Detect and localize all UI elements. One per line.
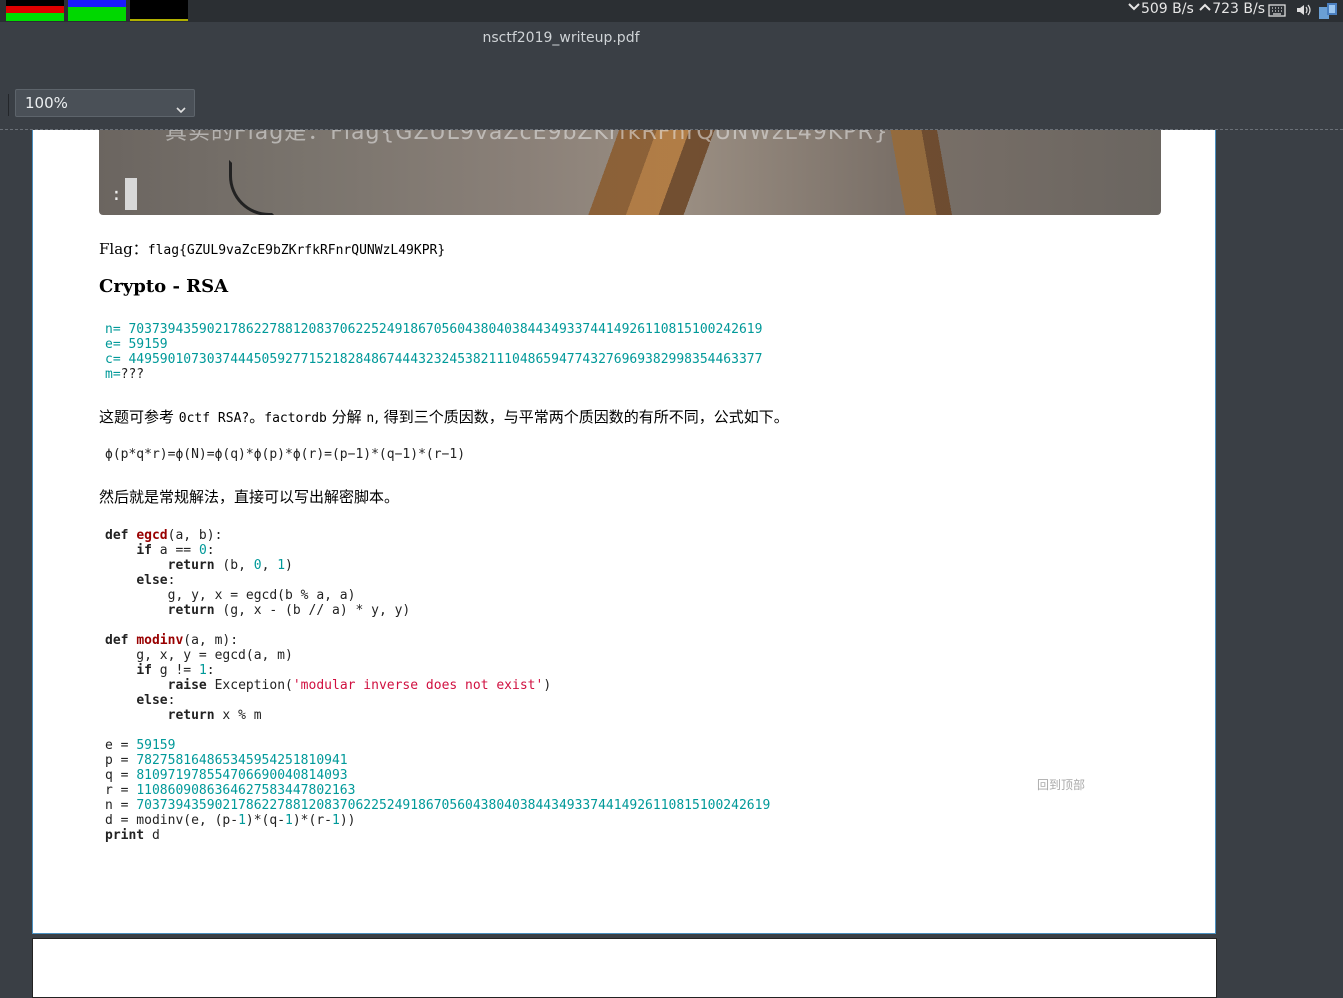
arrow-down-icon (1127, 1, 1141, 17)
flag-line: Flag：flag{GZUL9vaZcE9bZKrfkRFnrQUNWzL49K… (99, 238, 445, 259)
chevron-down-icon (176, 97, 186, 114)
screenshot-image: 真实的Flag是：Flag{GZUL9vaZcE9bZKrfkRFnrQUNWz… (99, 130, 1161, 215)
section-title: Crypto - RSA (99, 276, 229, 297)
python-code-block: def egcd(a, b): if a == 0: return (b, 0,… (105, 528, 771, 843)
cpu-monitor-graph[interactable] (6, 0, 64, 21)
phi-formula: ϕ(p*q*r)=ϕ(N)=ϕ(q)*ϕ(p)*ϕ(r)=(p−1)*(q−1)… (105, 447, 466, 462)
arrow-up-icon (1198, 1, 1212, 17)
image-caption: 真实的Flag是：Flag{GZUL9vaZcE9bZKrfkRFnrQUNWz… (165, 130, 889, 145)
zoom-select[interactable]: 100% (15, 89, 195, 117)
pdf-page-next[interactable] (32, 938, 1217, 998)
flag-value: flag{GZUL9vaZcE9bZKrfkRFnrQUNWzL49KPR} (147, 243, 446, 258)
system-top-bar: 509 B/s 723 B/s (0, 0, 1343, 22)
viewer-toolbar: nsctf2019_writeup.pdf 100% (0, 22, 1343, 130)
pdf-page[interactable]: 真实的Flag是：Flag{GZUL9vaZcE9bZKrfkRFnrQUNWz… (32, 130, 1216, 934)
explanation-paragraph: 这题可参考 0ctf RSA?。factordb 分解 n, 得到三个质因数，与… (99, 408, 789, 426)
keyboard-icon[interactable] (1268, 2, 1286, 18)
document-title: nsctf2019_writeup.pdf (482, 30, 640, 46)
zoom-value: 100% (25, 94, 68, 112)
back-to-top-link[interactable]: 回到顶部 (1037, 776, 1085, 793)
volume-icon[interactable] (1295, 2, 1313, 18)
flag-label: Flag： (99, 240, 148, 258)
network-monitor-graph[interactable] (130, 0, 188, 21)
toolbar-separator (8, 94, 9, 116)
rsa-params-block: n= 7037394359021786227881208370622524918… (105, 322, 763, 382)
explanation-paragraph-2: 然后就是常规解法，直接可以写出解密脚本。 (99, 488, 400, 506)
memory-monitor-graph[interactable] (68, 0, 126, 21)
upload-speed: 723 B/s (1212, 1, 1265, 17)
network-speed-indicator[interactable]: 509 B/s 723 B/s (1127, 1, 1265, 17)
image-terminal-prompt: : (111, 178, 137, 210)
workspace-switcher-icon[interactable] (1318, 2, 1338, 19)
download-speed: 509 B/s (1140, 1, 1194, 17)
